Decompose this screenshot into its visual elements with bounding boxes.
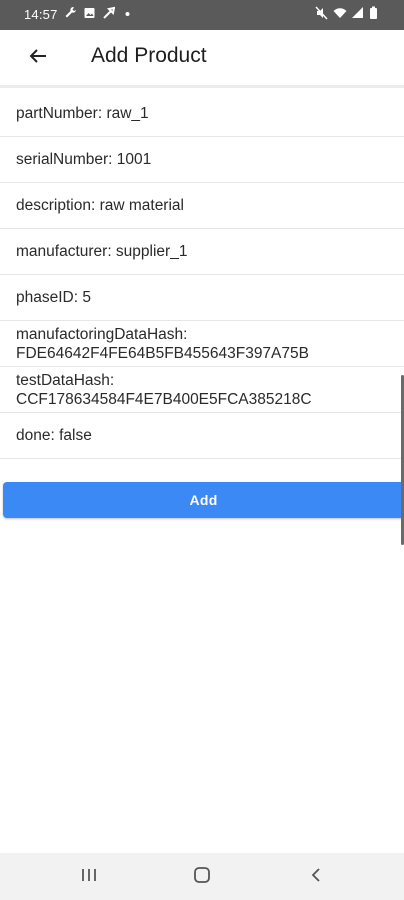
status-time: 14:57: [24, 7, 58, 22]
recents-icon: [80, 867, 98, 888]
field-manufacturer: manufacturer: supplier_1: [0, 229, 404, 275]
status-notification-icons: [64, 6, 134, 20]
signal-icon: [351, 6, 364, 20]
add-button[interactable]: Add: [3, 482, 404, 518]
screen: 14:57 Add Product partNumber: raw_1 seri…: [0, 0, 404, 900]
field-value: CCF178634584F4E7B400E5FCA385218C: [16, 391, 312, 408]
page-title: Add Product: [91, 44, 207, 67]
battery-icon: [369, 6, 382, 20]
field-value: FDE64642F4FE64B5FB455643F397A75B: [16, 345, 309, 362]
field-text: partNumber: raw_1: [16, 104, 149, 122]
field-part-number: partNumber: raw_1: [0, 91, 404, 137]
wrench-icon: [64, 6, 77, 20]
wifi-icon: [333, 6, 347, 20]
dot-icon: [121, 6, 134, 20]
field-text: manufacturer: supplier_1: [16, 242, 188, 260]
field-text: phaseID: 5: [16, 288, 91, 306]
field-text: serialNumber: 1001: [16, 150, 152, 168]
field-text: description: raw material: [16, 196, 184, 214]
field-text: done: false: [16, 426, 92, 444]
arrow-left-icon: [28, 46, 48, 71]
app-header: Add Product: [0, 30, 404, 88]
field-phase-id: phaseID: 5: [0, 275, 404, 321]
field-manufactoring-data-hash: manufactoringDataHash: FDE64642F4FE64B5F…: [0, 321, 404, 367]
field-done: done: false: [0, 413, 404, 459]
home-button[interactable]: [187, 863, 217, 891]
mute-icon: [315, 6, 328, 20]
recents-button[interactable]: [74, 863, 104, 891]
field-label: manufactoringDataHash:: [16, 326, 188, 343]
image-icon: [83, 6, 96, 20]
status-bar: 14:57: [0, 0, 404, 30]
field-label: testDataHash:: [16, 372, 115, 389]
field-serial-number: serialNumber: 1001: [0, 137, 404, 183]
status-system-icons: [315, 6, 382, 20]
product-field-list: partNumber: raw_1 serialNumber: 1001 des…: [0, 91, 404, 459]
field-description: description: raw material: [0, 183, 404, 229]
back-button[interactable]: [24, 44, 52, 72]
wrench-icon: [102, 6, 116, 20]
home-icon: [193, 866, 211, 889]
navigation-bar: [0, 853, 404, 900]
back-chevron-icon: [309, 866, 323, 889]
field-test-data-hash: testDataHash: CCF178634584F4E7B400E5FCA3…: [0, 367, 404, 413]
system-back-button[interactable]: [301, 863, 331, 891]
